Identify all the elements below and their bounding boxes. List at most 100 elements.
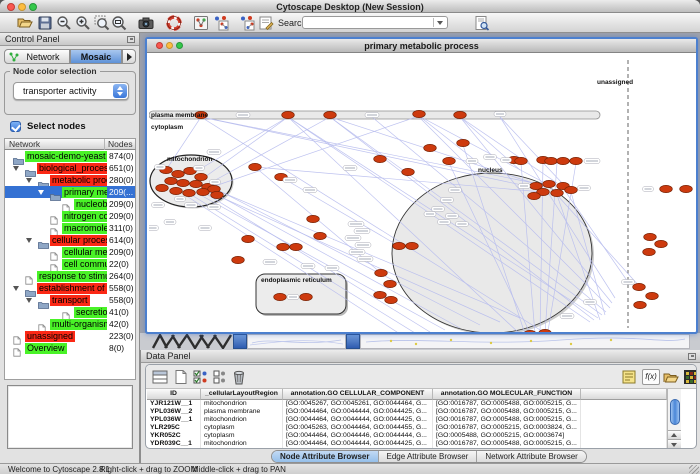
- zoom-in-icon[interactable]: [75, 15, 91, 31]
- tree-row[interactable]: biological_process651(0): [5, 162, 135, 174]
- graph-node[interactable]: [655, 240, 668, 247]
- tree-row[interactable]: cellular metabo209(0): [5, 246, 135, 258]
- graph-node[interactable]: [177, 179, 190, 186]
- graph-node[interactable]: [195, 173, 208, 180]
- tree-row[interactable]: cell communicat22(0): [5, 258, 135, 270]
- tree-item-label[interactable]: cellular process: [50, 235, 107, 246]
- tree-row[interactable]: mosaic-demo-yeast874(0): [5, 150, 135, 162]
- tree-row[interactable]: Overview8(0): [5, 342, 135, 354]
- tree-item-label[interactable]: Overview: [25, 343, 67, 354]
- enhanced-search-icon[interactable]: [474, 15, 490, 31]
- network-canvas[interactable]: plasma membranecytoplasmmitochondrionnuc…: [149, 53, 694, 332]
- search-input[interactable]: [302, 16, 448, 29]
- graph-node[interactable]: [634, 301, 647, 308]
- graph-node[interactable]: [565, 186, 578, 193]
- graph-node[interactable]: [539, 329, 552, 332]
- resize-grip[interactable]: [689, 465, 699, 474]
- graph-node[interactable]: [374, 291, 387, 298]
- tree-expand-icon[interactable]: [13, 286, 19, 291]
- graph-node[interactable]: [424, 144, 437, 151]
- layout-source-icon[interactable]: [213, 15, 229, 31]
- graph-node[interactable]: [277, 243, 290, 250]
- table-cell[interactable]: [GO:0016787, GO:0005488, GO:0005215, G..…: [433, 416, 581, 424]
- table-scrollbar[interactable]: [667, 389, 681, 449]
- graph-node[interactable]: [183, 189, 196, 196]
- table-cell[interactable]: mitochondrion: [201, 416, 283, 424]
- graph-node[interactable]: [290, 243, 303, 250]
- attribute-grid-icon[interactable]: [152, 369, 168, 385]
- matrix-icon[interactable]: [683, 369, 697, 385]
- tree-expand-icon[interactable]: [26, 178, 32, 183]
- browser-tab[interactable]: Network Attribute Browser: [477, 451, 585, 462]
- graph-node[interactable]: [643, 248, 656, 255]
- snapshot-icon[interactable]: [138, 15, 154, 31]
- graph-node[interactable]: [375, 269, 388, 276]
- table-cell[interactable]: [581, 432, 667, 440]
- table-row[interactable]: YPL036W__1mitochondrion[GO:0044464, GO:0…: [147, 416, 667, 424]
- graph-node[interactable]: [543, 180, 556, 187]
- column-header[interactable]: _cellularLayoutRegion: [201, 389, 283, 400]
- graph-node[interactable]: [660, 185, 673, 192]
- graph-node[interactable]: [249, 163, 262, 170]
- tree-row[interactable]: unassigned223(0): [5, 330, 135, 342]
- graph-node[interactable]: [172, 170, 185, 177]
- graph-node[interactable]: [274, 293, 287, 300]
- table-cell[interactable]: [581, 408, 667, 416]
- node-color-select[interactable]: transporter activity: [13, 82, 129, 100]
- tree-expand-icon[interactable]: [38, 190, 44, 195]
- table-cell[interactable]: mitochondrion: [201, 400, 283, 408]
- table-row[interactable]: YDR039C__1mitochondrion[GO:0044464, GO:0…: [147, 440, 667, 448]
- tree-row[interactable]: multi-organism pro42(0): [5, 318, 135, 330]
- graph-node[interactable]: [385, 296, 398, 303]
- table-cell[interactable]: [GO:0044464, GO:0044446, GO:0044444, G..…: [283, 432, 433, 440]
- graph-node[interactable]: [393, 242, 406, 249]
- table-cell[interactable]: YPL036W__1: [147, 416, 201, 424]
- table-cell[interactable]: [GO:0016787, GO:0005488, GO:0005215, G..…: [433, 440, 581, 448]
- tree-item-label[interactable]: establishment of lo: [37, 283, 107, 294]
- graph-node[interactable]: [156, 184, 169, 191]
- import-attributes-icon[interactable]: [663, 369, 679, 385]
- scroll-down-button[interactable]: [668, 439, 681, 448]
- column-header[interactable]: [581, 389, 667, 400]
- tree-item-label[interactable]: unassigned: [25, 331, 75, 342]
- tree-row[interactable]: nitrogen compo209(0): [5, 210, 135, 222]
- tree-row[interactable]: cellular process614(0): [5, 234, 135, 246]
- save-icon[interactable]: [37, 15, 53, 31]
- tree-item-label[interactable]: biological_process: [37, 163, 107, 174]
- graph-node[interactable]: [406, 242, 419, 249]
- table-cell[interactable]: [GO:0044464, GO:0044444, GO:0044425, G..…: [283, 440, 433, 448]
- tree-item-label[interactable]: response to stimulu: [37, 271, 107, 282]
- tree-item-label[interactable]: cell communicat: [62, 259, 107, 270]
- float-panel-icon[interactable]: [127, 36, 135, 43]
- network-window-icon[interactable]: [193, 15, 209, 31]
- graph-node[interactable]: [557, 157, 570, 164]
- zoom-fit-icon[interactable]: [111, 15, 127, 31]
- tree-row[interactable]: macromolecule311(0): [5, 222, 135, 234]
- table-cell[interactable]: [GO:0044464, GO:0044444, GO:0044425, G..…: [283, 416, 433, 424]
- graph-node[interactable]: [190, 180, 203, 187]
- tab-network[interactable]: Network: [4, 49, 70, 64]
- table-cell[interactable]: cytoplasm: [201, 432, 283, 440]
- tree-item-label[interactable]: transport: [50, 295, 90, 306]
- tree-item-label[interactable]: multi-organism pro: [50, 319, 107, 330]
- background-window[interactable]: [247, 334, 346, 349]
- table-cell[interactable]: [GO:0005488, GO:0005215, GO:0003674]: [433, 432, 581, 440]
- scrollbar-thumb[interactable]: [670, 399, 680, 425]
- zoom-selected-icon[interactable]: [94, 15, 110, 31]
- graph-node[interactable]: [165, 177, 178, 184]
- graph-node[interactable]: [211, 191, 224, 198]
- graph-node[interactable]: [454, 111, 467, 118]
- tree-row[interactable]: metabolic process280(0): [5, 174, 135, 186]
- unselect-attributes-icon[interactable]: [212, 369, 228, 385]
- graph-node[interactable]: [282, 111, 295, 118]
- select-attributes-icon[interactable]: [193, 369, 209, 385]
- tree-expand-icon[interactable]: [26, 238, 32, 243]
- table-cell[interactable]: [GO:0016787, GO:0005488, GO:0005215, G..…: [433, 408, 581, 416]
- tree-item-label[interactable]: metabolic process: [50, 175, 107, 186]
- table-cell[interactable]: YPL036W__2: [147, 408, 201, 416]
- tree-item-label[interactable]: nucleobase-: [74, 199, 107, 210]
- tree-item-label[interactable]: macromolecule: [62, 223, 107, 234]
- tree-row[interactable]: response to stimulu264(0): [5, 270, 135, 282]
- graph-node[interactable]: [443, 157, 456, 164]
- table-cell[interactable]: YDR039C__1: [147, 440, 201, 448]
